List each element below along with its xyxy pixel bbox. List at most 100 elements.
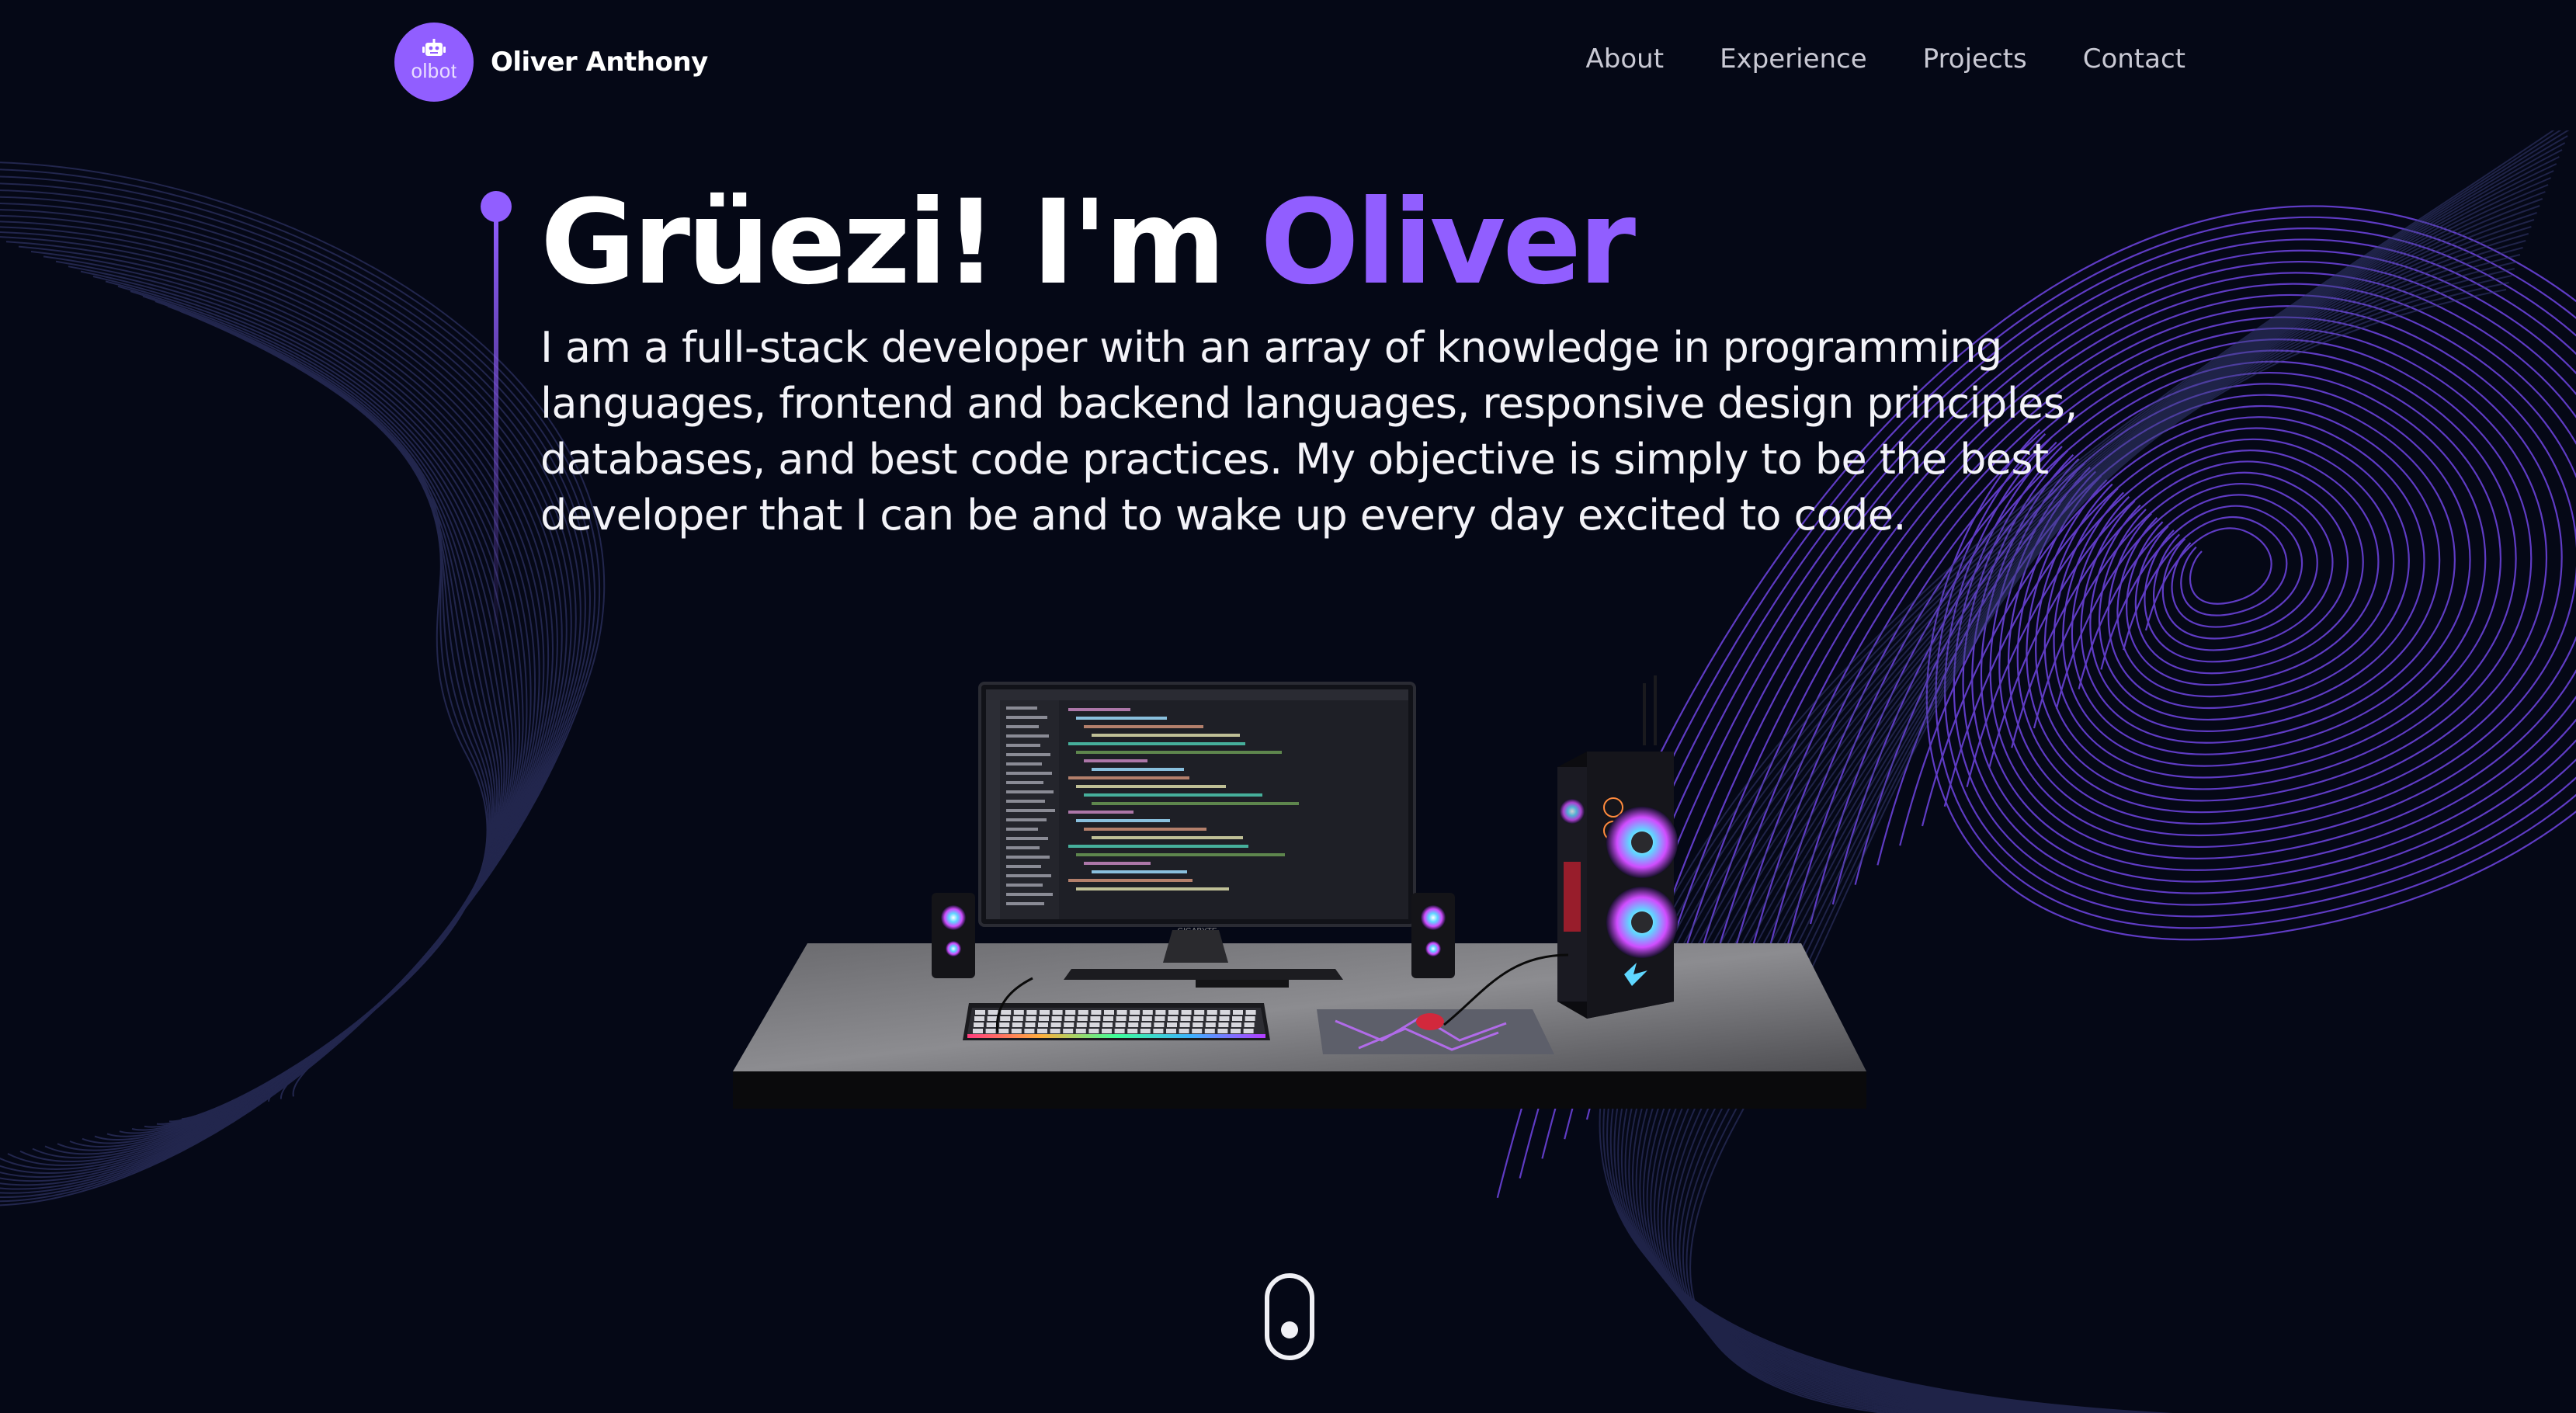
- hero-accent-line: [481, 191, 512, 649]
- keyboard-key: [1140, 1029, 1151, 1033]
- keyboard-key: [1011, 1029, 1022, 1033]
- keyboard-key: [1065, 1010, 1076, 1015]
- keyboard-key: [1231, 1022, 1241, 1027]
- wave-line: [2100, 505, 2303, 670]
- wave-line: [0, 236, 550, 1159]
- wave-line: [92, 276, 517, 1131]
- file-tree-item: [1006, 856, 1050, 859]
- hero-title: Grüezi! I'm Oliver: [540, 177, 1636, 309]
- keyboard-key: [1245, 1010, 1256, 1015]
- logo-text: olbot: [411, 59, 457, 82]
- keyboard-key: [1127, 1029, 1138, 1033]
- keyboard-key: [1142, 1010, 1153, 1015]
- keyboard-key: [1153, 1029, 1164, 1033]
- code-line: [1068, 776, 1189, 779]
- keyboard-key: [1050, 1029, 1061, 1033]
- wave-line: [117, 285, 511, 1125]
- keyboard-key: [1050, 1022, 1061, 1027]
- code-line: [1076, 785, 1226, 788]
- file-tree-item: [1006, 884, 1043, 887]
- file-tree-item: [1006, 846, 1040, 849]
- file-tree-item: [1006, 772, 1052, 775]
- keyboard-key: [1206, 1016, 1217, 1021]
- nav-link-contact[interactable]: Contact: [2083, 43, 2185, 75]
- keyboard-key: [1130, 1010, 1140, 1015]
- keyboard: [963, 1003, 1270, 1040]
- speaker-right: [1411, 893, 1455, 978]
- file-tree-item: [1006, 734, 1049, 738]
- keyboard-key: [1104, 1010, 1114, 1015]
- keyboard-key: [974, 1016, 984, 1021]
- keyboard-key: [1116, 1016, 1127, 1021]
- keyboard-key: [1140, 1022, 1151, 1027]
- code-line: [1068, 811, 1134, 814]
- keyboard-key: [1243, 1029, 1254, 1033]
- wave-line: [0, 231, 554, 1163]
- keyboard-key: [985, 1029, 996, 1033]
- keyboard-key: [1154, 1016, 1165, 1021]
- wave-line: [217, 325, 492, 1105]
- nav-link-about[interactable]: About: [1586, 43, 1665, 75]
- brand-name: Oliver Anthony: [491, 47, 708, 78]
- keyboard-key: [1193, 1022, 1203, 1027]
- keyboard-key: [1232, 1016, 1242, 1021]
- keyboard-key: [1181, 1010, 1192, 1015]
- pc-tower: [1557, 675, 1678, 1019]
- logo-home-link[interactable]: olbot Oliver Anthony: [394, 23, 708, 102]
- keyboard-key: [1037, 1029, 1047, 1033]
- keyboard-key: [1089, 1022, 1100, 1027]
- keyboard-key: [1194, 1010, 1205, 1015]
- hero-description: I am a full-stack developer with an arra…: [540, 323, 2078, 540]
- code-line: [1068, 708, 1130, 711]
- code-line: [1068, 845, 1248, 848]
- keyboard-key: [987, 1016, 998, 1021]
- keyboard-key: [974, 1022, 984, 1027]
- nav-link-projects[interactable]: Projects: [1923, 43, 2027, 75]
- keyboard-key: [988, 1010, 998, 1015]
- keyboard-key: [1168, 1016, 1178, 1021]
- file-tree-item: [1006, 818, 1047, 821]
- code-line: [1092, 768, 1184, 771]
- keyboard-key: [1206, 1010, 1217, 1015]
- code-line: [1084, 725, 1203, 728]
- keyboard-key: [1179, 1029, 1189, 1033]
- code-line: [1068, 742, 1245, 745]
- desk-setup-model[interactable]: GIGABYTE: [722, 675, 1871, 1110]
- code-line: [1092, 836, 1243, 839]
- keyboard-key: [1063, 1029, 1074, 1033]
- wave-line: [192, 315, 496, 1110]
- keyboard-key: [1088, 1029, 1099, 1033]
- keyboard-key: [1166, 1029, 1176, 1033]
- keyboard-key: [1217, 1029, 1228, 1033]
- file-tree-item: [1006, 716, 1047, 719]
- keyboard-key: [1180, 1016, 1191, 1021]
- file-tree-item: [1006, 828, 1038, 831]
- keyboard-key: [1233, 1010, 1243, 1015]
- mouse-scroll-icon: [1281, 1321, 1298, 1338]
- keyboard-key: [1064, 1022, 1074, 1027]
- code-line: [1068, 879, 1193, 882]
- keyboard-key: [975, 1010, 985, 1015]
- logo-badge: olbot: [394, 23, 474, 102]
- nav-link-experience[interactable]: Experience: [1720, 43, 1867, 75]
- monitor: GIGABYTE: [978, 682, 1416, 988]
- wave-line: [30, 251, 536, 1147]
- file-tree-item: [1006, 837, 1048, 840]
- keyboard-key: [998, 1029, 1009, 1033]
- keyboard-key: [1115, 1022, 1126, 1027]
- keyboard-key: [1103, 1016, 1113, 1021]
- keyboard-key: [1064, 1016, 1075, 1021]
- keyboard-key: [1129, 1016, 1140, 1021]
- scroll-down-button[interactable]: [1265, 1273, 1314, 1360]
- keyboard-key: [1024, 1029, 1035, 1033]
- keyboard-key: [1205, 1022, 1216, 1027]
- file-tree-item: [1006, 753, 1050, 756]
- code-line: [1076, 819, 1170, 822]
- keyboard-key: [1026, 1016, 1036, 1021]
- navbar: olbot Oliver Anthony About Experience Pr…: [0, 0, 2576, 124]
- keyboard-key: [1102, 1029, 1112, 1033]
- keyboard-key: [1193, 1016, 1204, 1021]
- code-line: [1076, 717, 1167, 720]
- wave-line: [0, 226, 558, 1166]
- keyboard-key: [999, 1022, 1010, 1027]
